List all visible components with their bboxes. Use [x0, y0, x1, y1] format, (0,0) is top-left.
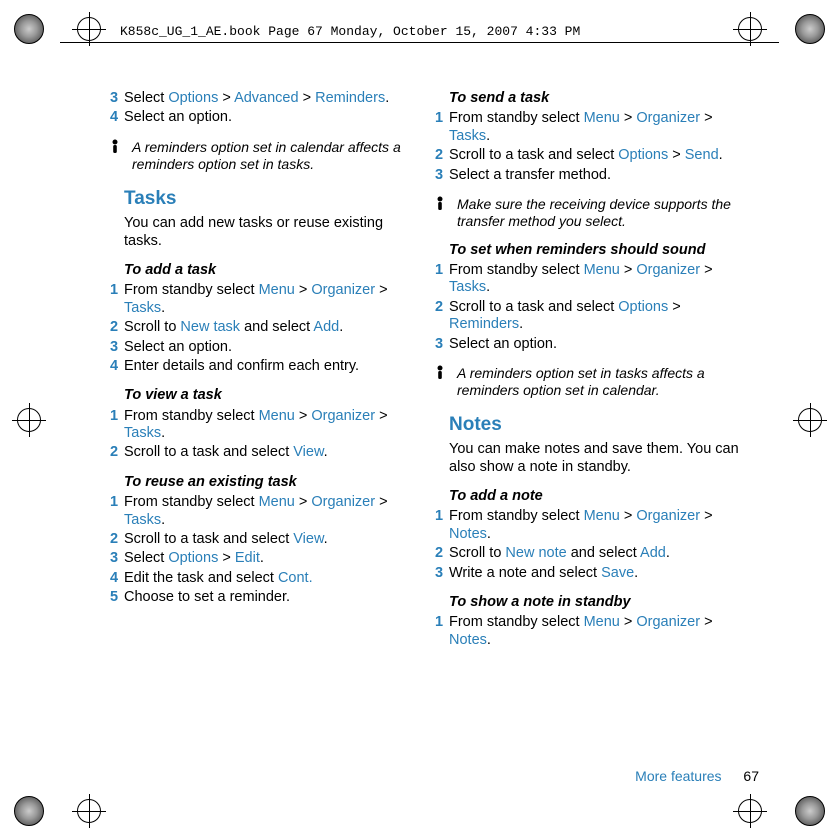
list-item: 4 Enter details and confirm each entry.: [110, 358, 415, 375]
list-item: 2 Scroll to New task and select Add.: [110, 319, 415, 336]
crop-mark-ml-cross: [12, 403, 46, 437]
subheading-send-task: To send a task: [449, 90, 740, 107]
crop-mark-bl-circle: [14, 796, 44, 826]
info-icon: [435, 365, 457, 399]
subheading-show-note: To show a note in standby: [449, 594, 740, 611]
crop-mark-br-circle: [795, 796, 825, 826]
list-item: 3 Select a transfer method.: [435, 167, 740, 184]
crop-mark-tl-circle: [14, 14, 44, 44]
footer-section-label: More features: [635, 768, 721, 784]
step-text: Select an option.: [124, 109, 415, 126]
note-callout: A reminders option set in tasks affects …: [435, 365, 740, 399]
note-text: Make sure the receiving device supports …: [457, 196, 740, 230]
list-item: 1 From standby select Menu > Organizer >…: [435, 508, 740, 543]
subheading-reuse-task: To reuse an existing task: [124, 474, 415, 491]
section-notes-title: Notes: [449, 414, 740, 437]
info-icon: [435, 196, 457, 230]
subheading-add-note: To add a note: [449, 488, 740, 505]
crop-mark-tr-circle: [795, 14, 825, 44]
note-text: A reminders option set in tasks affects …: [457, 365, 740, 399]
section-tasks-title: Tasks: [124, 188, 415, 211]
list-item: 1 From standby select Menu > Organizer >…: [435, 262, 740, 297]
subheading-reminders: To set when reminders should sound: [449, 242, 740, 259]
right-column: To send a task 1 From standby select Men…: [435, 90, 740, 651]
list-item: 1 From standby select Menu > Organizer >…: [110, 494, 415, 529]
note-text: A reminders option set in calendar affec…: [132, 139, 415, 173]
section-tasks-body: You can add new tasks or reuse existing …: [124, 215, 415, 250]
list-item: 3 Select an option.: [435, 336, 740, 353]
list-item: 1 From standby select Menu > Organizer >…: [110, 408, 415, 443]
header-divider: [60, 42, 779, 43]
list-item: 5 Choose to set a reminder.: [110, 589, 415, 606]
subheading-add-task: To add a task: [124, 262, 415, 279]
section-notes-body: You can make notes and save them. You ca…: [449, 441, 740, 476]
page-footer: More features 67: [635, 768, 759, 784]
list-item: 3 Write a note and select Save.: [435, 565, 740, 582]
crop-mark-tl-cross: [72, 12, 106, 46]
list-item: 2 Scroll to a task and select View.: [110, 531, 415, 548]
list-item: 3 Select Options > Advanced > Reminders.: [110, 90, 415, 107]
crop-mark-br-cross: [733, 794, 767, 828]
list-item: 1 From standby select Menu > Organizer >…: [435, 110, 740, 145]
list-item: 2 Scroll to a task and select Options > …: [435, 147, 740, 164]
list-item: 2 Scroll to a task and select View.: [110, 444, 415, 461]
list-item: 2 Scroll to New note and select Add.: [435, 545, 740, 562]
footer-page-number: 67: [743, 768, 759, 784]
step-number: 4: [110, 109, 124, 126]
note-callout: A reminders option set in calendar affec…: [110, 139, 415, 173]
step-number: 3: [110, 90, 124, 107]
crop-mark-mr-cross: [793, 403, 827, 437]
list-item: 4 Edit the task and select Cont.: [110, 570, 415, 587]
page-content: 3 Select Options > Advanced > Reminders.…: [110, 90, 779, 651]
header-filename: K858c_UG_1_AE.book Page 67 Monday, Octob…: [120, 24, 580, 39]
step-text: Select Options > Advanced > Reminders.: [124, 90, 415, 107]
list-item: 1 From standby select Menu > Organizer >…: [110, 282, 415, 317]
crop-mark-bl-cross: [72, 794, 106, 828]
list-item: 4 Select an option.: [110, 109, 415, 126]
subheading-view-task: To view a task: [124, 387, 415, 404]
list-item: 3 Select Options > Edit.: [110, 550, 415, 567]
list-item: 1 From standby select Menu > Organizer >…: [435, 614, 740, 649]
crop-mark-tr-cross: [733, 12, 767, 46]
list-item: 3 Select an option.: [110, 339, 415, 356]
info-icon: [110, 139, 132, 173]
left-column: 3 Select Options > Advanced > Reminders.…: [110, 90, 415, 651]
note-callout: Make sure the receiving device supports …: [435, 196, 740, 230]
list-item: 2 Scroll to a task and select Options > …: [435, 299, 740, 334]
